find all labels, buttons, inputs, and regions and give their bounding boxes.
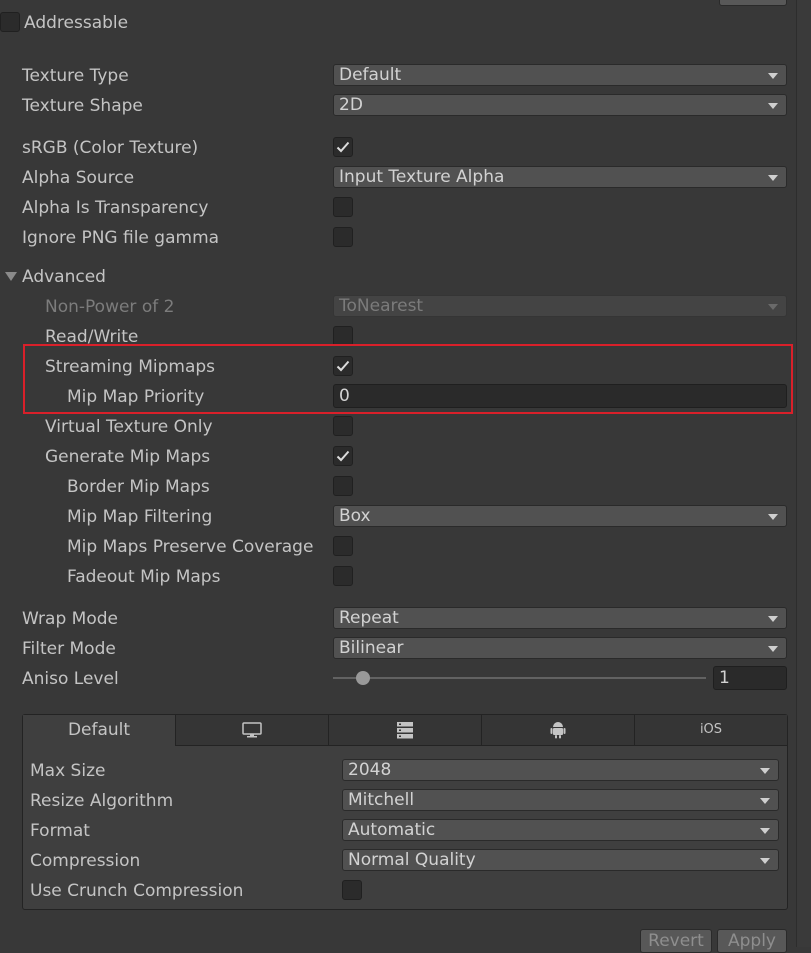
android-icon <box>550 722 566 739</box>
compression-value: Normal Quality <box>348 850 476 870</box>
alpha-source-dropdown[interactable]: Input Texture Alpha <box>333 166 787 188</box>
border-mip-maps-label: Border Mip Maps <box>67 477 210 497</box>
tab-ios[interactable]: iOS <box>635 715 787 746</box>
virtual-texture-only-label: Virtual Texture Only <box>45 417 213 437</box>
wrap-mode-value: Repeat <box>339 608 399 628</box>
tab-standalone[interactable] <box>176 715 329 746</box>
tab-dedicated-server[interactable] <box>329 715 482 746</box>
resize-algorithm-label: Resize Algorithm <box>30 791 174 811</box>
fadeout-mip-maps-label: Fadeout Mip Maps <box>67 567 221 587</box>
checkmark-icon <box>336 141 350 153</box>
texture-type-value: Default <box>339 65 402 85</box>
filter-mode-dropdown[interactable]: Bilinear <box>333 637 787 659</box>
ignore-png-gamma-label: Ignore PNG file gamma <box>22 228 220 248</box>
tab-ios-label: iOS <box>699 722 723 737</box>
aniso-level-label: Aniso Level <box>22 669 119 689</box>
mip-map-filtering-value: Box <box>339 506 371 526</box>
chevron-down-icon <box>760 768 770 774</box>
texture-shape-value: 2D <box>339 95 363 115</box>
texture-shape-label: Texture Shape <box>22 96 143 116</box>
non-power-of-2-label: Non-Power of 2 <box>45 297 175 317</box>
srgb-label: sRGB (Color Texture) <box>22 138 199 158</box>
aniso-level-slider-handle[interactable] <box>356 671 370 685</box>
compression-label: Compression <box>30 851 141 871</box>
alpha-is-transparency-checkbox[interactable] <box>333 197 353 217</box>
format-label: Format <box>30 821 90 841</box>
texture-type-dropdown[interactable]: Default <box>333 64 787 86</box>
texture-shape-dropdown[interactable]: 2D <box>333 94 787 116</box>
server-icon <box>397 722 413 739</box>
addressable-label: Addressable <box>24 13 129 33</box>
foldout-arrow-icon[interactable] <box>5 272 17 281</box>
addressable-checkbox[interactable] <box>0 12 20 32</box>
chevron-down-icon <box>768 514 778 520</box>
mip-map-filtering-dropdown[interactable]: Box <box>333 505 787 527</box>
max-size-value: 2048 <box>348 760 392 780</box>
srgb-checkbox[interactable] <box>333 137 353 157</box>
tab-default-label: Default <box>67 720 131 740</box>
chevron-down-icon <box>768 103 778 109</box>
tab-default[interactable]: Default <box>23 715 176 746</box>
advanced-foldout-label[interactable]: Advanced <box>22 267 106 287</box>
non-power-of-2-value: ToNearest <box>339 296 424 316</box>
chevron-down-icon <box>768 304 778 310</box>
aniso-level-field[interactable]: 1 <box>713 666 787 690</box>
use-crunch-compression-label: Use Crunch Compression <box>30 881 244 901</box>
highlight-annotation-box <box>23 344 793 414</box>
format-value: Automatic <box>348 820 436 840</box>
alpha-source-value: Input Texture Alpha <box>339 167 505 187</box>
chevron-down-icon <box>768 175 778 181</box>
ignore-png-gamma-checkbox[interactable] <box>333 227 353 247</box>
generate-mip-maps-checkbox[interactable] <box>333 446 353 466</box>
non-power-of-2-dropdown: ToNearest <box>333 295 787 317</box>
chevron-down-icon <box>768 73 778 79</box>
aniso-level-slider-track[interactable] <box>333 677 706 679</box>
checkmark-icon <box>336 450 350 462</box>
max-size-dropdown[interactable]: 2048 <box>342 759 779 781</box>
resize-algorithm-value: Mitchell <box>348 790 415 810</box>
read-write-checkbox[interactable] <box>333 326 353 346</box>
wrap-mode-label: Wrap Mode <box>22 609 118 629</box>
monitor-icon <box>242 722 262 738</box>
chevron-down-icon <box>760 798 770 804</box>
chevron-down-icon <box>768 646 778 652</box>
chevron-down-icon <box>760 828 770 834</box>
resize-algorithm-dropdown[interactable]: Mitchell <box>342 789 779 811</box>
filter-mode-value: Bilinear <box>339 638 404 658</box>
fadeout-mip-maps-checkbox[interactable] <box>333 566 353 586</box>
top-partial-button[interactable] <box>719 0 787 6</box>
tab-android[interactable] <box>482 715 635 746</box>
border-mip-maps-checkbox[interactable] <box>333 476 353 496</box>
filter-mode-label: Filter Mode <box>22 639 116 659</box>
chevron-down-icon <box>768 616 778 622</box>
compression-dropdown[interactable]: Normal Quality <box>342 849 779 871</box>
mip-map-filtering-label: Mip Map Filtering <box>67 507 213 527</box>
inspector-scrollbar[interactable] <box>796 0 811 947</box>
wrap-mode-dropdown[interactable]: Repeat <box>333 607 787 629</box>
alpha-source-label: Alpha Source <box>22 168 135 188</box>
texture-type-label: Texture Type <box>22 66 129 86</box>
platform-tab-bar: Default iOS <box>23 715 787 746</box>
mip-maps-preserve-coverage-checkbox[interactable] <box>333 536 353 556</box>
revert-button[interactable]: Revert <box>640 929 712 953</box>
platform-settings-panel: Default iOS Max Size 2048 Resize Algorit… <box>22 714 788 910</box>
mip-maps-preserve-coverage-label: Mip Maps Preserve Coverage <box>67 537 314 557</box>
max-size-label: Max Size <box>30 761 106 781</box>
virtual-texture-only-checkbox[interactable] <box>333 416 353 436</box>
generate-mip-maps-label: Generate Mip Maps <box>45 447 211 467</box>
alpha-is-transparency-label: Alpha Is Transparency <box>22 198 209 218</box>
use-crunch-compression-checkbox[interactable] <box>342 880 362 900</box>
apply-button[interactable]: Apply <box>717 929 787 953</box>
format-dropdown[interactable]: Automatic <box>342 819 779 841</box>
chevron-down-icon <box>760 858 770 864</box>
